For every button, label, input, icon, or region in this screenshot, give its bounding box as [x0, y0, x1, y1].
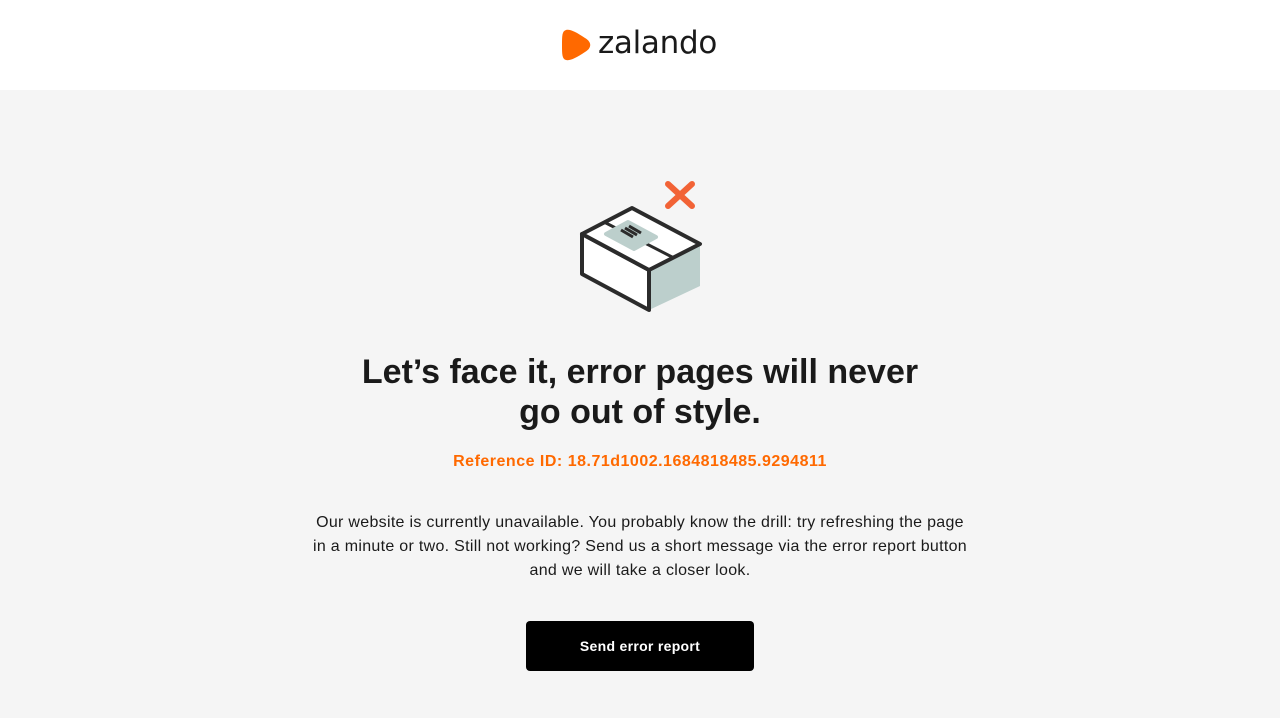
reference-id: Reference ID: 18.71d1002.1684818485.9294…	[453, 453, 827, 470]
error-content: Let’s face it, error pages will never go…	[0, 90, 1280, 718]
close-x-icon	[665, 181, 695, 209]
site-header: zalando	[0, 0, 1280, 90]
zalando-logo[interactable]: zalando	[561, 25, 717, 65]
logo-wordmark: zalando	[597, 24, 718, 61]
zalando-logo-icon	[561, 29, 591, 61]
error-message: Our website is currently unavailable. Yo…	[313, 514, 967, 579]
send-error-report-button[interactable]: Send error report	[526, 621, 754, 671]
error-headline: Let’s face it, error pages will never go…	[361, 353, 919, 431]
damaged-package-icon	[580, 181, 702, 312]
